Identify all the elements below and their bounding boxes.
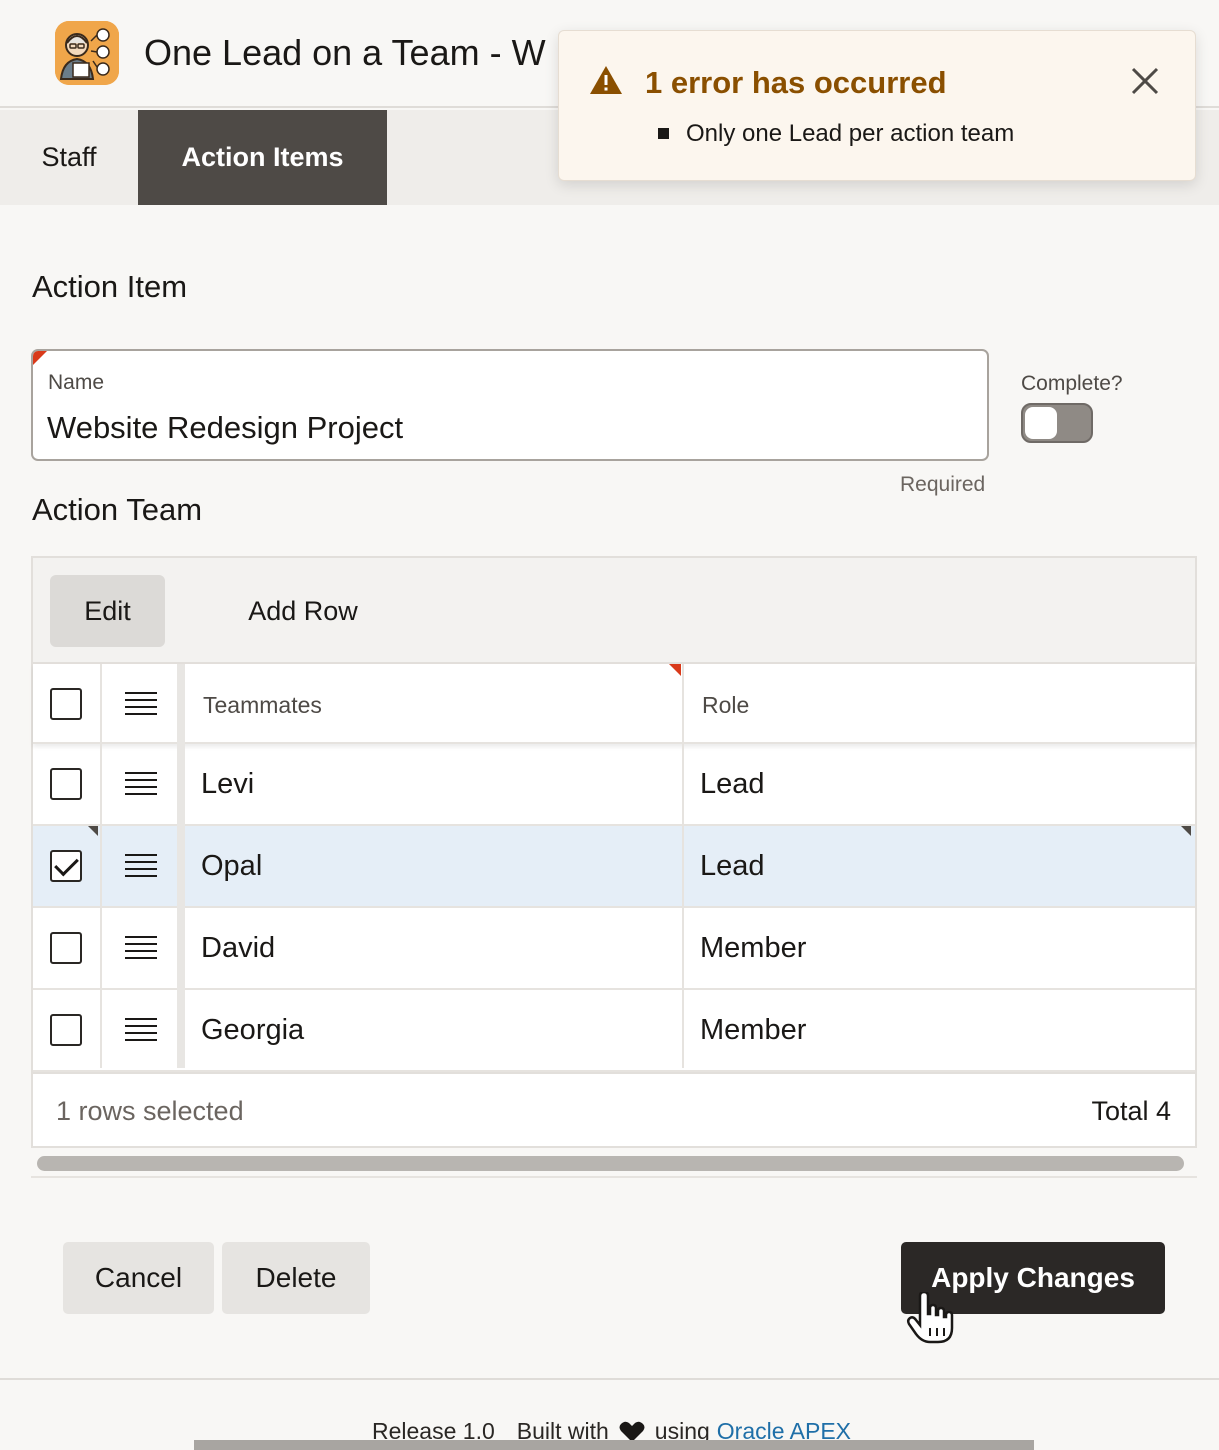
required-indicator [669,664,681,676]
table-row[interactable]: Levi Lead [33,744,1195,826]
column-header-role[interactable]: Role [702,692,749,719]
add-row-button[interactable]: Add Row [223,575,383,647]
name-field[interactable]: Name [31,349,989,461]
cancel-button[interactable]: Cancel [63,1242,214,1314]
grid-toolbar: Edit Add Row [33,558,1195,664]
row-checkbox[interactable] [50,1014,82,1046]
app-logo[interactable] [55,21,119,85]
role-cell[interactable]: Member [700,932,806,965]
teammate-cell[interactable]: David [201,932,275,965]
row-checkbox[interactable] [50,768,82,800]
teammate-cell[interactable]: Georgia [201,1014,304,1047]
complete-label: Complete? [1021,372,1123,395]
required-note: Required [900,473,986,496]
total-count: Total 4 [1091,1096,1171,1126]
menu-icon[interactable] [125,692,157,716]
table-row[interactable]: David Member [33,908,1195,990]
required-indicator [33,351,47,365]
grid-footer: 1 rows selected Total 4 [33,1072,1195,1146]
role-cell[interactable]: Member [700,1014,806,1047]
row-menu-icon[interactable] [125,1018,157,1042]
name-label: Name [48,371,105,394]
tab-staff[interactable]: Staff [0,110,138,205]
row-checkbox[interactable] [50,932,82,964]
complete-toggle[interactable] [1021,403,1093,443]
changed-indicator [88,826,98,836]
teammate-cell[interactable]: Opal [201,850,262,883]
edit-button[interactable]: Edit [50,575,165,647]
bullet-icon [658,128,669,139]
bottom-scrollbar[interactable] [194,1440,1034,1450]
rows-selected-count: 1 rows selected [56,1096,244,1126]
hand-pointer-icon [906,1292,954,1344]
select-all-checkbox[interactable] [50,688,82,720]
action-team-grid: Edit Add Row Teammates Role Levi Lead Op… [31,556,1197,1148]
grid-header-row: Teammates Role [33,664,1195,744]
action-item-heading: Action Item [32,269,188,304]
close-icon[interactable] [1129,65,1161,97]
role-cell[interactable]: Lead [700,850,765,883]
divider [31,1176,1197,1178]
column-divider [682,664,684,1068]
delete-button[interactable]: Delete [222,1242,370,1314]
row-checkbox[interactable] [50,850,82,882]
row-menu-icon[interactable] [125,936,157,960]
frozen-column-divider [177,664,185,1068]
toggle-knob [1025,407,1057,439]
role-cell[interactable]: Lead [700,768,765,801]
row-menu-icon[interactable] [125,772,157,796]
horizontal-scrollbar[interactable] [37,1156,1184,1171]
table-row[interactable]: Georgia Member [33,990,1195,1072]
app-title: One Lead on a Team - W [144,32,546,73]
name-input[interactable] [47,407,967,449]
footer-divider [0,1378,1219,1380]
tab-action-items[interactable]: Action Items [138,110,387,205]
error-message: Only one Lead per action team [686,120,1015,147]
table-row[interactable]: Opal Lead [33,826,1195,908]
column-divider [100,664,102,1068]
error-title: 1 error has occurred [645,65,947,100]
column-header-teammates[interactable]: Teammates [203,692,322,719]
error-notification: 1 error has occurred Only one Lead per a… [558,30,1196,181]
warning-icon [590,66,622,94]
changed-indicator [1181,826,1191,836]
action-team-heading: Action Team [32,492,203,527]
teammate-cell[interactable]: Levi [201,768,254,801]
row-menu-icon[interactable] [125,854,157,878]
